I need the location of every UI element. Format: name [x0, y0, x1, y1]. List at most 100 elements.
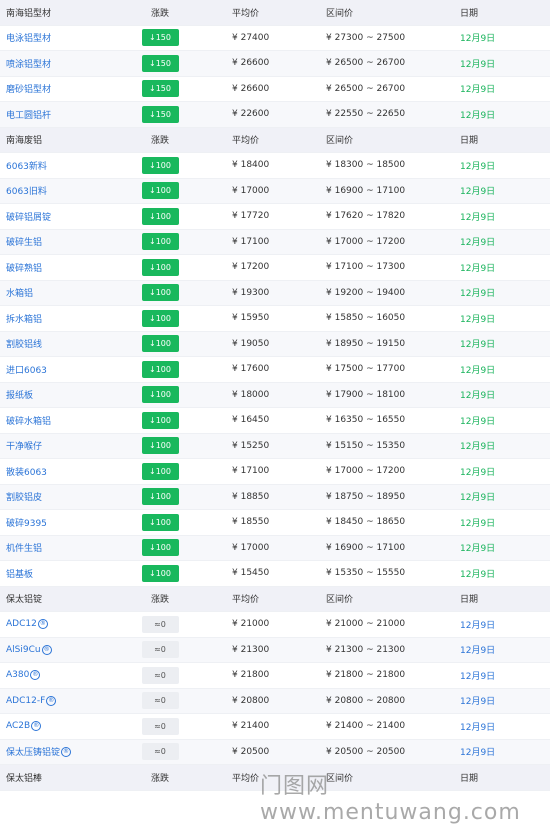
table-row: 6063旧料 ↓100 ¥ 17000 ¥ 16900 ~ 17100 12月9日	[0, 178, 550, 204]
table-row: AC2B ® ≈0 ¥ 21400 ¥ 21400 ~ 21400 12月9日	[0, 714, 550, 740]
change-down-badge: ↓100	[141, 437, 179, 455]
product-name-link[interactable]: 进口6063	[6, 363, 47, 376]
registered-mark-icon: ®	[30, 670, 41, 681]
average-price: ¥ 17100	[232, 466, 270, 477]
registered-mark-icon: ®	[46, 695, 57, 706]
product-name-link[interactable]: ADC12-F	[6, 696, 45, 706]
change-down-badge: ↓100	[141, 258, 179, 276]
product-name-link[interactable]: 破碎水箱铝	[6, 414, 51, 427]
product-name-link[interactable]: 割胶铝线	[6, 337, 42, 350]
price-range: ¥ 21400 ~ 21400	[326, 721, 406, 732]
product-name-link[interactable]: 干净喉仔	[6, 439, 42, 452]
section-title: 南海废铝	[6, 136, 43, 147]
price-range: ¥ 26500 ~ 26700	[326, 83, 406, 94]
product-name-link[interactable]: 喷涂铝型材	[6, 57, 51, 70]
product-name-link[interactable]: 电工圆铝杆	[6, 108, 51, 121]
product-name-link[interactable]: ADC12	[6, 619, 37, 629]
table-row: 机件生铝 ↓100 ¥ 17000 ¥ 16900 ~ 17100 12月9日	[0, 535, 550, 561]
change-flat-badge: ≈0	[141, 743, 179, 761]
product-name-link[interactable]: 破碎生铝	[6, 235, 42, 248]
date: 12月9日	[460, 340, 496, 351]
price-range: ¥ 17000 ~ 17200	[326, 466, 406, 477]
change-flat-badge: ≈0	[141, 717, 179, 735]
watermark: 门图网 www.mentuwang.com	[260, 774, 521, 825]
product-name-link[interactable]: 水箱铝	[6, 286, 33, 299]
product-name-link[interactable]: A380	[6, 670, 29, 680]
column-change-header: 涨跌	[150, 773, 169, 784]
table-row: 电工圆铝杆 ↓150 ¥ 22600 ¥ 22550 ~ 22650 12月9日	[0, 102, 550, 128]
product-name-link[interactable]: 破碎铝屑锭	[6, 210, 51, 223]
average-price: ¥ 15950	[232, 313, 270, 324]
column-avg-header: 平均价	[232, 136, 260, 147]
change-flat-badge: ≈0	[141, 666, 179, 684]
table-row: 报纸板 ↓100 ¥ 18000 ¥ 17900 ~ 18100 12月9日	[0, 382, 550, 408]
change-down-badge: ↓100	[141, 411, 179, 429]
table-row: 6063新料 ↓100 ¥ 18400 ¥ 18300 ~ 18500 12月9日	[0, 153, 550, 179]
table-row: 破碎生铝 ↓100 ¥ 17100 ¥ 17000 ~ 17200 12月9日	[0, 229, 550, 255]
change-down-badge: ↓100	[141, 564, 179, 582]
change-down-badge: ↓100	[141, 462, 179, 480]
change-flat-badge: ≈0	[141, 615, 179, 633]
average-price: ¥ 17100	[232, 236, 270, 247]
column-change-header: 涨跌	[150, 595, 169, 606]
change-down-badge: ↓150	[141, 105, 179, 123]
date: 12月9日	[460, 391, 496, 402]
change-down-badge: ↓100	[141, 309, 179, 327]
change-down-badge: ↓150	[141, 54, 179, 72]
product-name-link[interactable]: 电泳铝型材	[6, 31, 51, 44]
product-name-link[interactable]: 拆水箱铝	[6, 312, 42, 325]
change-down-badge: ↓150	[141, 80, 179, 98]
product-name-link[interactable]: 破碎9395	[6, 516, 47, 529]
product-name-link[interactable]: AlSi9Cu	[6, 645, 41, 655]
date: 12月9日	[460, 518, 496, 529]
section-header: 南海废铝 涨跌 平均价 区间价 日期	[0, 127, 550, 153]
product-name-link[interactable]: 机件生铝	[6, 541, 42, 554]
product-name-link[interactable]: 破碎熟铝	[6, 261, 42, 274]
product-name-link[interactable]: 铝基板	[6, 567, 33, 580]
product-name-link[interactable]: 6063旧料	[6, 184, 47, 197]
table-row: 电泳铝型材 ↓150 ¥ 27400 ¥ 27300 ~ 27500 12月9日	[0, 26, 550, 51]
registered-mark-icon: ®	[61, 746, 72, 757]
column-range-header: 区间价	[326, 595, 354, 606]
date: 12月9日	[460, 263, 496, 274]
date: 12月9日	[460, 646, 496, 657]
change-down-badge: ↓100	[141, 182, 179, 200]
average-price: ¥ 27400	[232, 32, 270, 43]
price-range: ¥ 21800 ~ 21800	[326, 670, 406, 681]
section-title: 保太铝棒	[6, 773, 43, 784]
date: 12月9日	[460, 697, 496, 708]
product-name-link[interactable]: 散装6063	[6, 465, 47, 478]
price-range: ¥ 21300 ~ 21300	[326, 644, 406, 655]
registered-mark-icon: ®	[31, 721, 42, 732]
table-row: 保太压铸铝锭 ® ≈0 ¥ 20500 ¥ 20500 ~ 20500 12月9日	[0, 739, 550, 765]
date: 12月9日	[460, 161, 496, 172]
date: 12月9日	[460, 493, 496, 504]
table-row: 破碎铝屑锭 ↓100 ¥ 17720 ¥ 17620 ~ 17820 12月9日	[0, 204, 550, 230]
product-name-link[interactable]: 磨砂铝型材	[6, 82, 51, 95]
product-name-link[interactable]: 保太压铸铝锭	[6, 745, 60, 758]
column-date-header: 日期	[460, 8, 479, 19]
change-down-badge: ↓100	[141, 233, 179, 251]
change-down-badge: ↓100	[141, 156, 179, 174]
price-range: ¥ 22550 ~ 22650	[326, 109, 406, 120]
price-range: ¥ 15850 ~ 16050	[326, 313, 406, 324]
product-name-link[interactable]: 6063新料	[6, 159, 47, 172]
section-header: 南海铝型材 涨跌 平均价 区间价 日期	[0, 0, 550, 26]
price-range: ¥ 21000 ~ 21000	[326, 619, 406, 630]
table-row: 破碎熟铝 ↓100 ¥ 17200 ¥ 17100 ~ 17300 12月9日	[0, 255, 550, 281]
average-price: ¥ 17200	[232, 262, 270, 273]
average-price: ¥ 15450	[232, 568, 270, 579]
table-row: 破碎水箱铝 ↓100 ¥ 16450 ¥ 16350 ~ 16550 12月9日	[0, 408, 550, 434]
average-price: ¥ 19300	[232, 287, 270, 298]
price-range: ¥ 17620 ~ 17820	[326, 211, 406, 222]
price-range: ¥ 19200 ~ 19400	[326, 287, 406, 298]
section-header: 保太铝锭 涨跌 平均价 区间价 日期	[0, 586, 550, 612]
price-range: ¥ 16900 ~ 17100	[326, 542, 406, 553]
average-price: ¥ 17000	[232, 542, 270, 553]
product-name-link[interactable]: 报纸板	[6, 388, 33, 401]
product-name-link[interactable]: 割胶铝皮	[6, 490, 42, 503]
date: 12月9日	[460, 748, 496, 759]
date: 12月9日	[460, 365, 496, 376]
table-row: 拆水箱铝 ↓100 ¥ 15950 ¥ 15850 ~ 16050 12月9日	[0, 306, 550, 332]
product-name-link[interactable]: AC2B	[6, 721, 30, 731]
